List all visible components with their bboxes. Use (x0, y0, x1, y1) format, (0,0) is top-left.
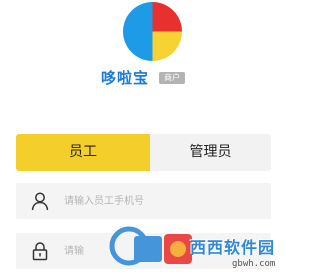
lock-icon (32, 242, 48, 261)
logo-yellow-segment (152, 31, 182, 61)
app-logo (123, 2, 182, 61)
tab-employee[interactable]: 员工 (16, 134, 150, 171)
watermark-text: 西西软件园 (190, 238, 276, 257)
login-page: 哆啦宝 商户 员工 管理员 西西软件园 gbwh.com (0, 0, 287, 275)
logo-red-segment (152, 2, 182, 32)
logo-blue-segment (123, 2, 153, 61)
watermark-url: gbwh.com (232, 259, 276, 269)
role-tabs: 员工 管理员 (16, 134, 271, 171)
phone-input[interactable] (64, 191, 254, 211)
app-name: 哆啦宝 (101, 69, 150, 87)
merchant-badge: 商户 (159, 72, 185, 84)
phone-field (16, 183, 271, 219)
tab-admin[interactable]: 管理员 (150, 134, 271, 171)
user-icon (31, 192, 49, 211)
